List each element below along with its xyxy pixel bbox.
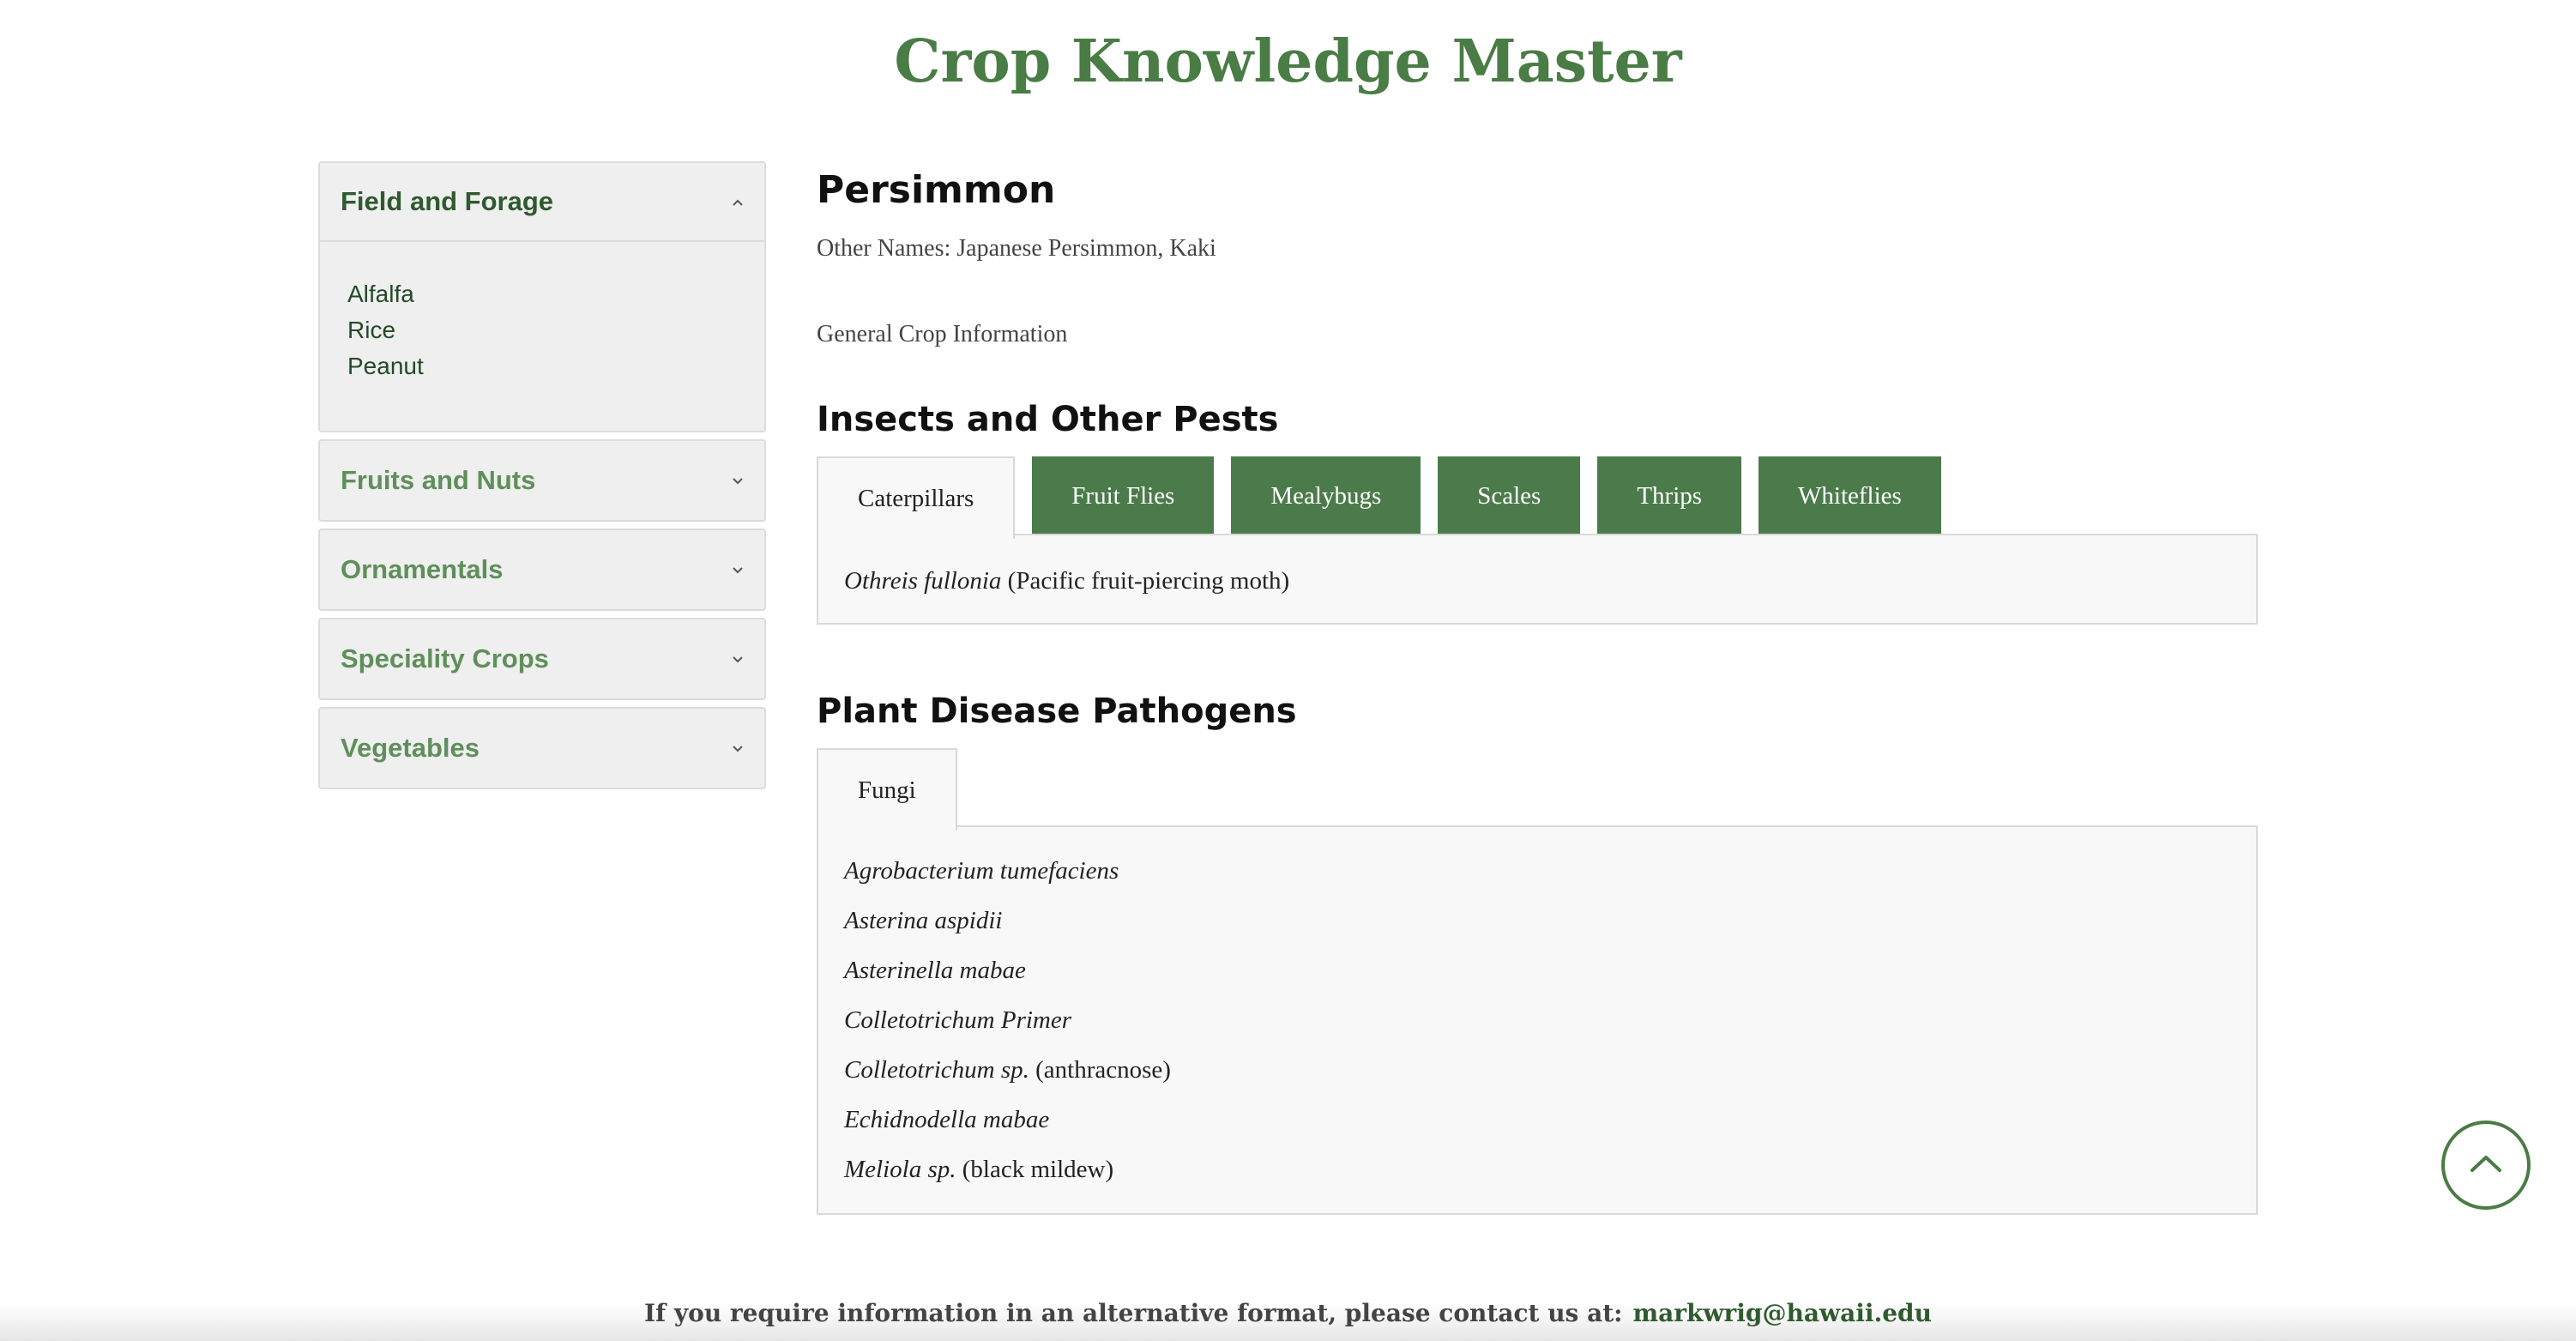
pest-entry[interactable]: Othreis fullonia (Pacific fruit-piercing… (844, 556, 2230, 606)
tab-fruit-flies[interactable]: Fruit Flies (1032, 456, 1215, 535)
tab-fungi[interactable]: Fungi (817, 748, 957, 831)
scientific-name: Asterinella mabae (844, 957, 1026, 984)
tab-mealybugs[interactable]: Mealybugs (1231, 456, 1421, 535)
accordion-header-ornamentals[interactable]: Ornamentals (320, 530, 764, 609)
common-name: (anthracnose) (1035, 1056, 1171, 1084)
accordion-header-vegetables[interactable]: Vegetables (320, 709, 764, 788)
accordion-label: Fruits and Nuts (341, 465, 536, 495)
common-name: (Pacific fruit-piercing moth) (1007, 567, 1290, 595)
pests-tab-bar: Caterpillars Fruit Flies Mealybugs Scale… (817, 456, 1958, 539)
accordion-field-and-forage: Field and Forage Alfalfa Rice Peanut (318, 161, 766, 432)
scientific-name: Meliola sp. (844, 1156, 956, 1183)
scientific-name: Colletotrichum Primer (844, 1006, 1072, 1034)
chevron-up-icon (2469, 1153, 2503, 1178)
crop-link-rice[interactable]: Rice (347, 312, 764, 348)
accordion-header-field-and-forage[interactable]: Field and Forage (320, 163, 764, 242)
accordion-header-fruits-and-nuts[interactable]: Fruits and Nuts (320, 441, 764, 520)
scientific-name: Asterina aspidii (844, 907, 1003, 934)
pathogen-entry[interactable]: Colletotrichum Primer (844, 995, 2230, 1045)
crop-category-sidebar: Field and Forage Alfalfa Rice Peanut Fru… (318, 161, 766, 796)
accordion-speciality-crops: Speciality Crops (318, 618, 766, 700)
pests-tab-panel: Othreis fullonia (Pacific fruit-piercing… (817, 534, 2258, 625)
scientific-name: Agrobacterium tumefaciens (844, 857, 1119, 885)
diseases-tab-panel: Agrobacterium tumefaciens Asterina aspid… (817, 825, 2258, 1215)
diseases-tab-bar: Fungi (817, 748, 974, 831)
scientific-name: Othreis fullonia (844, 567, 1002, 595)
accordion-label: Vegetables (341, 733, 480, 763)
crop-link-peanut[interactable]: Peanut (347, 348, 764, 384)
pathogen-entry[interactable]: Meliola sp. (black mildew) (844, 1145, 2230, 1194)
accordion-ornamentals: Ornamentals (318, 529, 766, 611)
scroll-to-top-button[interactable] (2441, 1121, 2531, 1210)
accordion-vegetables: Vegetables (318, 707, 766, 789)
pathogen-entry[interactable]: Asterina aspidii (844, 896, 2230, 945)
pathogen-entry[interactable]: Asterinella mabae (844, 945, 2230, 995)
chevron-down-icon (732, 649, 744, 669)
accordion-fruits-and-nuts: Fruits and Nuts (318, 439, 766, 522)
pathogen-entry[interactable]: Agrobacterium tumefaciens (844, 846, 2230, 896)
pathogen-entry[interactable]: Colletotrichum sp. (anthracnose) (844, 1045, 2230, 1095)
tab-scales[interactable]: Scales (1438, 456, 1581, 535)
accordion-header-speciality-crops[interactable]: Speciality Crops (320, 619, 764, 698)
accordion-label: Field and Forage (341, 186, 554, 216)
accordion-body-field-and-forage: Alfalfa Rice Peanut (320, 242, 764, 431)
scientific-name: Echidnodella mabae (844, 1106, 1050, 1133)
chevron-down-icon (732, 471, 744, 491)
chevron-up-icon (732, 192, 744, 212)
tab-thrips[interactable]: Thrips (1597, 456, 1742, 535)
accordion-label: Speciality Crops (341, 643, 549, 674)
scientific-name: Colletotrichum sp. (844, 1056, 1029, 1084)
accordion-label: Ornamentals (341, 554, 504, 584)
crop-name-heading: Persimmon (817, 168, 1056, 212)
tab-caterpillars[interactable]: Caterpillars (817, 456, 1016, 539)
footer-text: If you require information in an alterna… (643, 1299, 1623, 1327)
other-names: Other Names: Japanese Persimmon, Kaki (817, 235, 1216, 262)
diseases-section-heading: Plant Disease Pathogens (817, 692, 1297, 731)
common-name: (black mildew) (962, 1156, 1114, 1183)
contact-email-link[interactable]: markwrig@hawaii.edu (1632, 1299, 1932, 1327)
tab-whiteflies[interactable]: Whiteflies (1759, 456, 1941, 535)
chevron-down-icon (732, 560, 744, 580)
crop-link-alfalfa[interactable]: Alfalfa (347, 276, 764, 312)
chevron-down-icon (732, 739, 744, 758)
pathogen-entry[interactable]: Echidnodella mabae (844, 1095, 2230, 1145)
pests-section-heading: Insects and Other Pests (817, 400, 1279, 439)
general-crop-info-link[interactable]: General Crop Information (817, 321, 1067, 348)
footer: If you require information in an alterna… (0, 1299, 2576, 1327)
site-title: Crop Knowledge Master (894, 27, 1682, 96)
